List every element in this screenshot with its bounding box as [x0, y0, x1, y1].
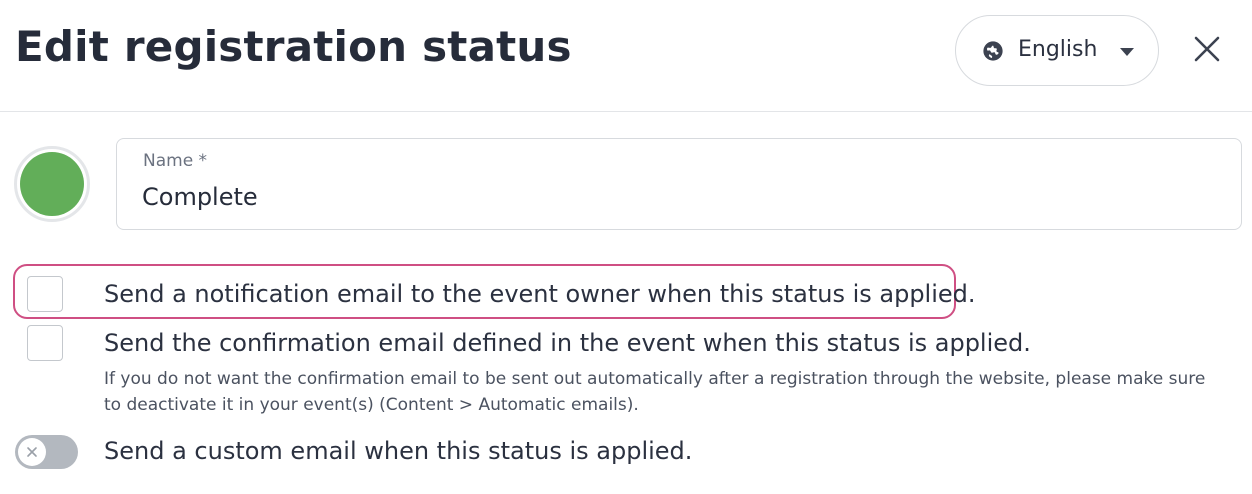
- language-select-value: English: [1018, 37, 1098, 62]
- toggle-knob: [18, 438, 46, 466]
- status-color-swatch: [20, 152, 84, 216]
- language-select[interactable]: English: [955, 15, 1159, 86]
- caret-down-icon: [1120, 48, 1134, 56]
- name-input[interactable]: [142, 179, 1212, 215]
- name-field-label: Name *: [143, 151, 208, 171]
- notify-owner-label[interactable]: Send a notification email to the event o…: [104, 280, 976, 308]
- send-confirmation-checkbox[interactable]: [27, 325, 63, 361]
- globe-icon: [983, 41, 1003, 61]
- edit-status-dialog: Edit registration status English Name * …: [0, 0, 1252, 494]
- page-title: Edit registration status: [15, 22, 572, 71]
- custom-email-label[interactable]: Send a custom email when this status is …: [104, 437, 692, 465]
- x-icon: [27, 447, 37, 457]
- dialog-header: Edit registration status English: [0, 0, 1252, 112]
- send-confirmation-label[interactable]: Send the confirmation email defined in t…: [104, 329, 1031, 357]
- send-confirmation-help: If you do not want the confirmation emai…: [104, 369, 1206, 415]
- close-icon[interactable]: [1189, 31, 1225, 67]
- custom-email-toggle[interactable]: [15, 435, 78, 469]
- notify-owner-checkbox[interactable]: [27, 276, 63, 312]
- status-color-picker[interactable]: [14, 146, 90, 222]
- name-field[interactable]: Name *: [116, 138, 1242, 230]
